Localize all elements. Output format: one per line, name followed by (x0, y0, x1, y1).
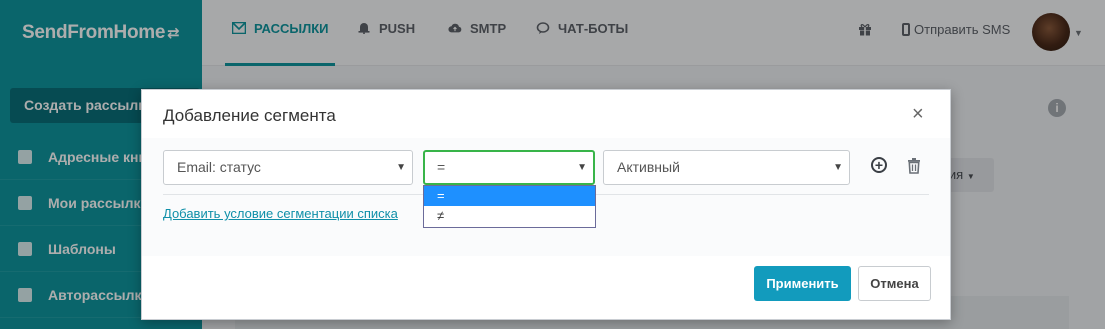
operator-select-value: = (437, 159, 446, 175)
caret-down-icon: ▼ (833, 162, 843, 173)
apply-button[interactable]: Применить (754, 266, 851, 301)
operator-options-list: = ≠ (423, 185, 596, 228)
field-select[interactable]: Email: статус ▼ (163, 150, 413, 185)
add-condition-link[interactable]: Добавить условие сегментации списка (163, 206, 398, 221)
plus-circle-icon[interactable]: + (871, 157, 887, 173)
trash-icon[interactable] (907, 158, 921, 174)
cancel-button[interactable]: Отмена (858, 266, 931, 301)
field-select-value: Email: статус (177, 159, 261, 175)
option-equals[interactable]: = (424, 186, 595, 206)
option-not-equals[interactable]: ≠ (424, 206, 595, 226)
add-segment-modal: Добавление сегмента × Email: статус ▼ = … (141, 89, 951, 320)
operator-select[interactable]: = ▼ (423, 150, 595, 185)
caret-down-icon: ▼ (577, 162, 587, 173)
caret-down-icon: ▼ (396, 162, 406, 173)
close-icon[interactable]: × (912, 102, 924, 126)
modal-title: Добавление сегмента (163, 106, 336, 125)
value-select[interactable]: Активный ▼ (603, 150, 850, 185)
value-select-value: Активный (617, 159, 680, 175)
